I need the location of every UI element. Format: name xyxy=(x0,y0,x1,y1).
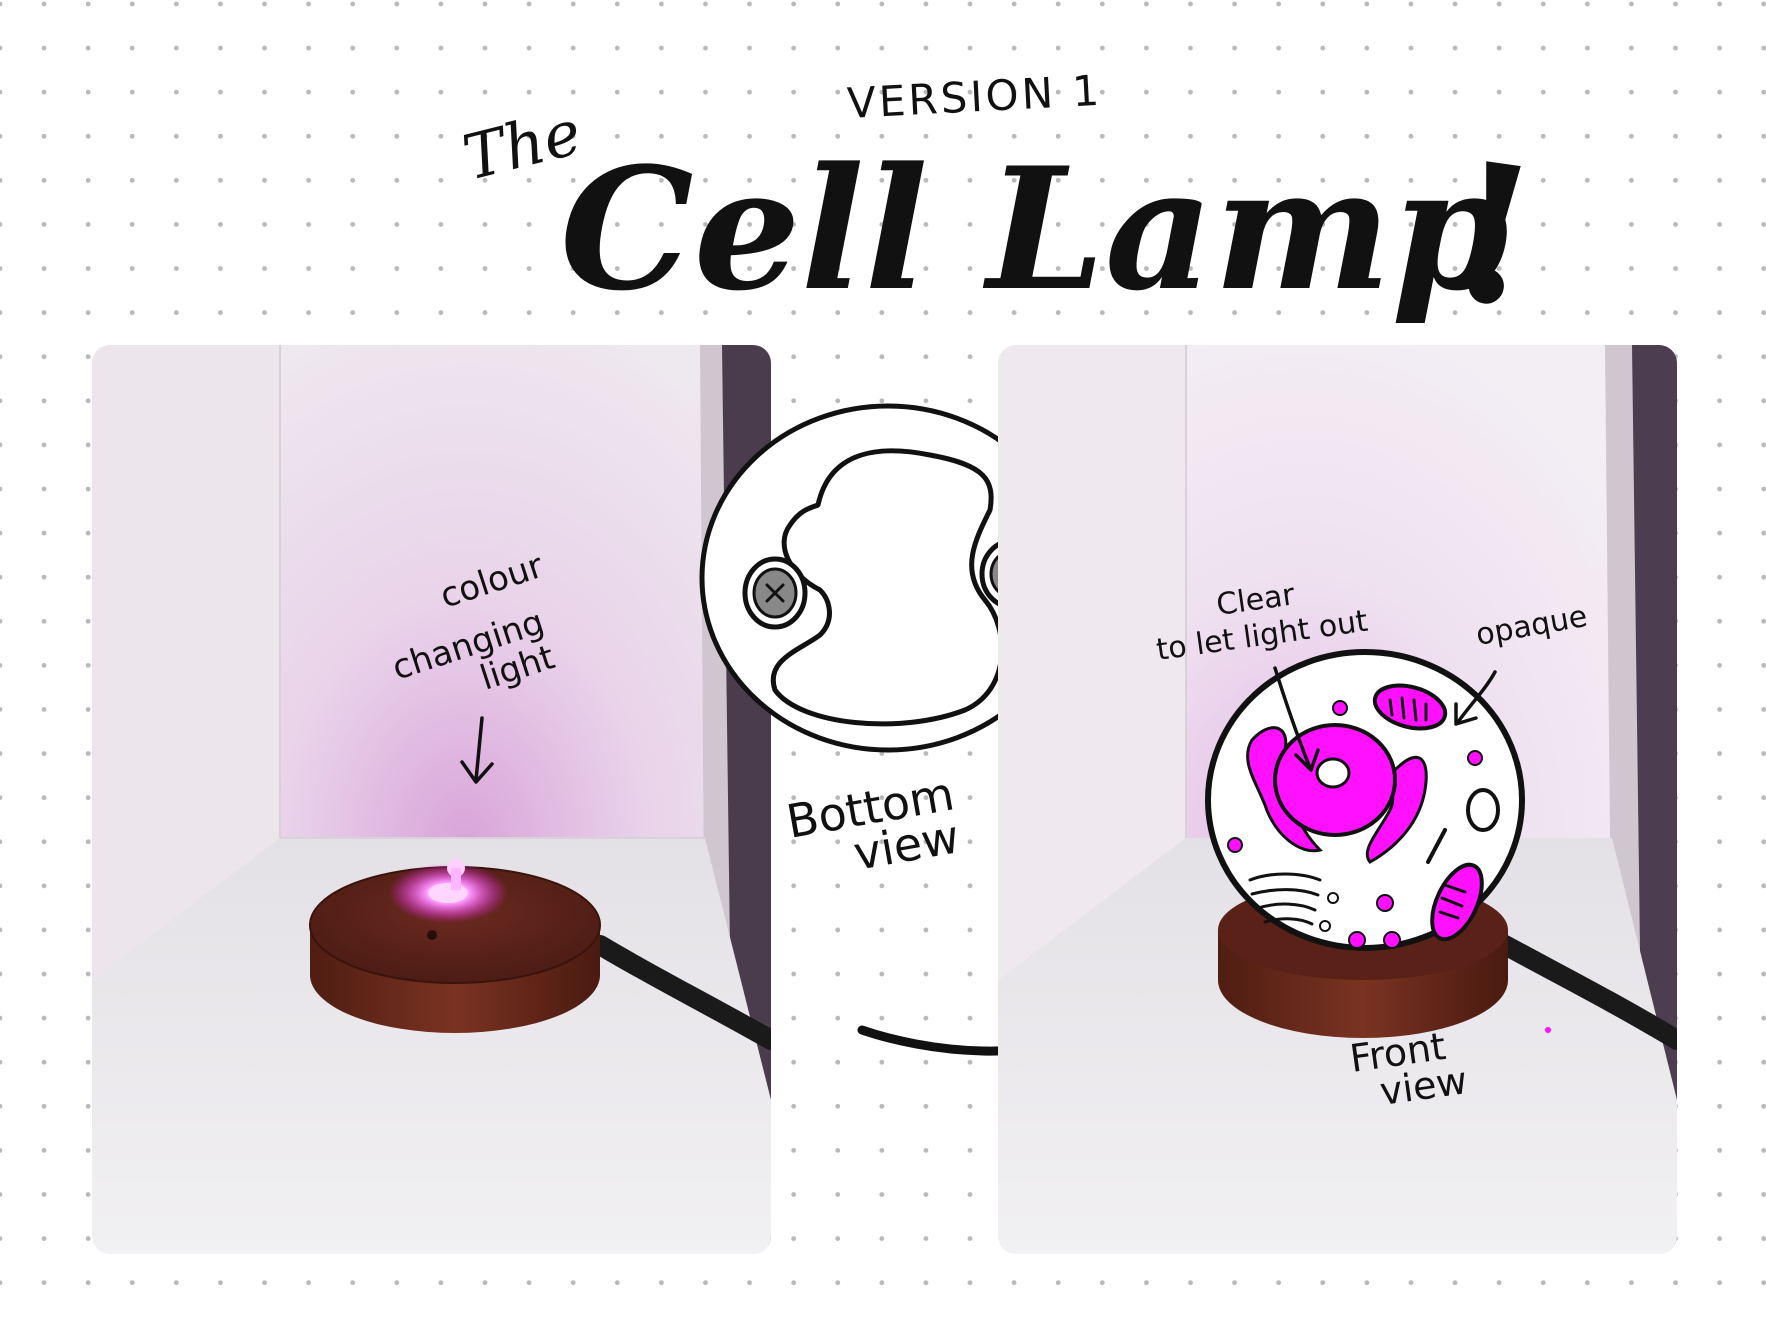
page-title: Cell Lamp xyxy=(560,130,1509,328)
left-photo: colour changing light xyxy=(92,345,771,1254)
version-label: VERSION 1 xyxy=(846,66,1103,128)
nucleus xyxy=(1273,723,1397,837)
page-header: VERSION 1 The Cell Lamp ! xyxy=(456,66,1550,352)
sketch-canvas: VERSION 1 The Cell Lamp ! colour changin… xyxy=(92,66,1677,1254)
wooden-lamp-base xyxy=(309,859,601,1033)
cell-illustration xyxy=(1205,649,1525,951)
screw-left-icon xyxy=(742,556,808,630)
right-photo: Clear to let light out opaque Front view xyxy=(998,345,1677,1254)
